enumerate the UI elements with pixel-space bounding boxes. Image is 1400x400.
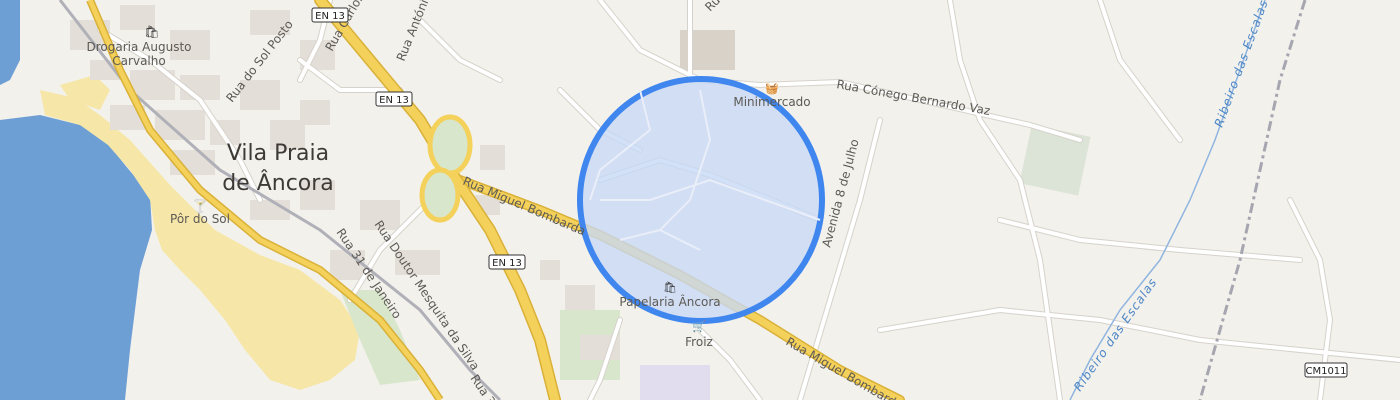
svg-text:CM1011: CM1011: [1305, 366, 1346, 377]
interchange-loop: [419, 167, 461, 223]
basket-icon: 🧺: [765, 82, 779, 95]
road-shield-en13: EN 13: [375, 91, 413, 107]
road-shield-cm1011: CM1011: [1304, 362, 1348, 378]
svg-text:EN 13: EN 13: [492, 258, 522, 269]
poi-froiz-label: Froiz: [685, 335, 713, 349]
svg-text:EN 13: EN 13: [315, 11, 345, 22]
poi-minimercado-label: Minimercado: [733, 95, 810, 109]
poi-drogaria-line1: Drogaria Augusto: [87, 40, 192, 54]
shop-icon: 🛍: [144, 25, 159, 39]
town-label-line1: Vila Praia: [227, 141, 329, 166]
road-shield-en13: EN 13: [311, 7, 349, 23]
interchange-loop: [427, 114, 473, 176]
cocktail-icon: 🍸: [193, 198, 208, 213]
map-canvas[interactable]: Vila Praia de Âncora 🛍 Drogaria Augusto …: [0, 0, 1400, 400]
shop-icon: 🛍: [663, 281, 677, 294]
road-shield-en13: EN 13: [488, 254, 526, 270]
cart-icon: 🛒: [692, 320, 706, 333]
poi-por-do-sol-label: Pôr do Sol: [170, 212, 230, 226]
town-label-line2: de Âncora: [222, 170, 334, 196]
school-area: [640, 365, 710, 400]
poi-drogaria-line2: Carvalho: [112, 54, 165, 68]
map-view[interactable]: Vila Praia de Âncora 🛍 Drogaria Augusto …: [0, 0, 1400, 400]
poi-papelaria-label: Papelaria Âncora: [619, 294, 720, 309]
svg-text:EN 13: EN 13: [379, 95, 409, 106]
